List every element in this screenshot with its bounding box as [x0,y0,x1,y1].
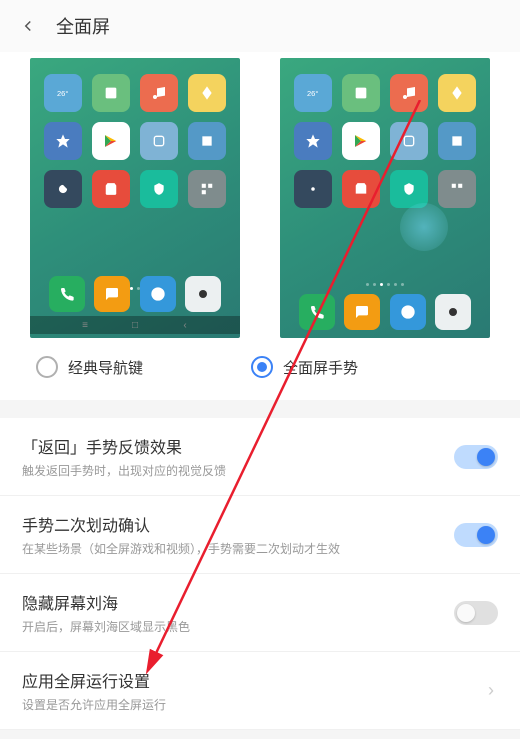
app-icon [92,122,130,160]
row-title: 隐藏屏幕刘海 [22,590,454,614]
back-button[interactable] [16,14,40,38]
radio-fullscreen-gesture[interactable]: 全面屏手势 [251,356,358,378]
app-icon: 26° [44,74,82,112]
dock-icon [94,276,130,312]
app-icon [140,122,178,160]
dock-icon [435,294,471,330]
app-icon [294,122,332,160]
radio-circle [36,356,58,378]
nav-recents: ≡ [79,319,91,331]
app-icon [342,170,380,208]
toggle-back-feedback[interactable] [454,445,498,469]
app-icon [390,74,428,112]
dock-icon [49,276,85,312]
nav-back: ‹ [179,319,191,331]
app-icon: 26° [294,74,332,112]
page-title: 全面屏 [56,13,110,39]
radio-circle [251,356,273,378]
row-hide-notch[interactable]: 隐藏屏幕刘海 开启后，屏幕刘海区域显示黑色 [0,574,520,652]
dock-icon [299,294,335,330]
app-icon [342,122,380,160]
radio-label: 全面屏手势 [283,357,358,378]
app-icon [140,74,178,112]
dock-icon [140,276,176,312]
radio-classic-nav[interactable]: 经典导航键 [36,356,143,378]
chevron-right-icon: › [484,680,498,701]
app-icon [342,74,380,112]
app-icon [140,170,178,208]
svg-text:26°: 26° [307,89,318,98]
app-icon [188,170,226,208]
gesture-indicator [400,203,448,251]
app-icon [438,170,476,208]
row-sub: 触发返回手势时，出现对应的视觉反馈 [22,462,454,479]
svg-text:26°: 26° [57,89,68,98]
row-title: 应用全屏运行设置 [22,668,484,692]
app-icon [188,122,226,160]
preview-classic[interactable]: 26° ≡ □ [30,58,240,338]
row-sub: 开启后，屏幕刘海区域显示黑色 [22,618,454,635]
row-sub: 在某些场景（如全屏游戏和视频），手势需要二次划动才生效 [22,540,454,557]
row-double-swipe[interactable]: 手势二次划动确认 在某些场景（如全屏游戏和视频），手势需要二次划动才生效 [0,496,520,574]
app-icon [44,122,82,160]
dock-icon [390,294,426,330]
app-icon [438,74,476,112]
app-icon [92,170,130,208]
toggle-double-swipe[interactable] [454,523,498,547]
app-icon [92,74,130,112]
row-sub: 设置是否允许应用全屏运行 [22,696,484,713]
dock-icon [344,294,380,330]
toggle-hide-notch[interactable] [454,601,498,625]
app-icon [390,122,428,160]
app-icon [294,170,332,208]
app-icon [188,74,226,112]
radio-label: 经典导航键 [68,357,143,378]
nav-home: □ [129,319,141,331]
app-icon [44,170,82,208]
preview-gesture[interactable]: 26° [280,58,490,338]
row-title: 手势二次划动确认 [22,512,454,536]
dock-icon [185,276,221,312]
row-back-feedback[interactable]: 「返回」手势反馈效果 触发返回手势时，出现对应的视觉反馈 [0,418,520,496]
row-title: 「返回」手势反馈效果 [22,434,454,458]
app-icon [438,122,476,160]
row-app-fullscreen-settings[interactable]: 应用全屏运行设置 设置是否允许应用全屏运行 › [0,652,520,730]
